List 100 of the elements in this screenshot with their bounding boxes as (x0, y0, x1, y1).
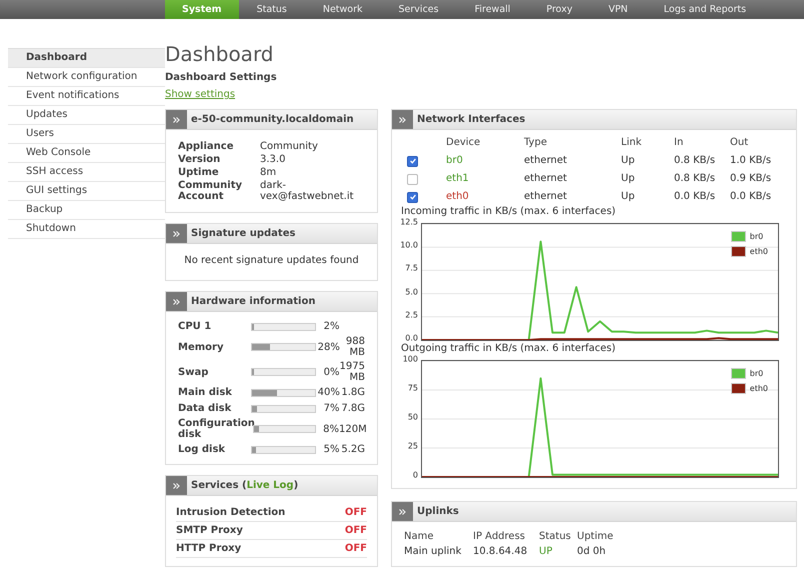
service-status: OFF (344, 543, 367, 554)
usage-percent: 28% (318, 342, 340, 352)
column-header: In (674, 136, 684, 150)
table-cell-text: 0.9 KB/s (730, 172, 772, 186)
tick-label: 0.0 (405, 334, 418, 342)
service-status: OFF (344, 525, 367, 536)
resource-label: Configuration disk (178, 418, 253, 440)
device-name: eth1 (446, 172, 470, 186)
tick-label: 10.0 (400, 242, 418, 250)
column-header: Link (621, 136, 642, 150)
table-cell-text: Up (621, 190, 636, 204)
column-header: Type (524, 136, 548, 150)
info-value: Community (260, 141, 319, 152)
tick-label: 25 (408, 442, 418, 450)
legend-label: eth0 (750, 247, 768, 256)
device-name: eth0 (446, 190, 470, 204)
service-name: Intrusion Detection (176, 507, 286, 518)
resource-label: Memory (178, 342, 224, 352)
nav-tab[interactable]: Firewall (456, 0, 528, 19)
legend-swatch (730, 231, 746, 242)
service-name: HTTP Proxy (176, 543, 242, 554)
table-cell-text: Up (621, 154, 636, 168)
device-name: br0 (446, 154, 464, 168)
table-cell-text: 0d 0h (577, 545, 607, 558)
size-value: 5.2G (341, 444, 365, 455)
table-cell-text: Main uplink (404, 545, 462, 558)
service-status: OFF (344, 507, 367, 518)
column-header: Uptime (577, 530, 614, 543)
checkbox[interactable] (407, 192, 418, 202)
info-value: dark-vex@fastwebnet.it (260, 180, 355, 202)
chevron-icon[interactable] (399, 116, 406, 122)
legend-label: br0 (750, 232, 764, 241)
nav-tab[interactable]: Services (380, 0, 457, 19)
sidebar-item[interactable]: Updates (8, 106, 165, 125)
legend-label: br0 (750, 369, 764, 378)
chevron-icon[interactable] (173, 482, 180, 488)
usage-percent: 2% (322, 321, 340, 332)
table-cell-text: 0.0 KB/s (674, 190, 716, 204)
panel-title: Services (Live Log) (190, 480, 298, 491)
info-value: 8m (260, 167, 278, 178)
table-cell-text: 0.0 KB/s (730, 190, 772, 204)
table-cell-text: ethernet (524, 172, 568, 186)
chart-title: Incoming traffic in KB/s (max. 6 interfaces) (401, 206, 617, 218)
table-cell-text: 1.0 KB/s (730, 154, 772, 168)
chevron-icon[interactable] (399, 508, 406, 514)
sidebar-item[interactable]: Network configuration (8, 68, 165, 87)
table-cell-text: Up (621, 172, 636, 186)
nav-tab[interactable]: VPN (590, 0, 646, 19)
tick-label: 7.5 (405, 264, 418, 273)
usage-percent: 7% (322, 403, 340, 414)
nav-tab[interactable]: Network (304, 0, 381, 19)
nav-tab[interactable]: Status (238, 0, 305, 19)
tick-label: 5.0 (405, 288, 418, 296)
size-value: 988 MB (346, 336, 366, 358)
panel-title: Signature updates (190, 228, 296, 239)
column-header: Name (404, 530, 435, 543)
chevron-icon[interactable] (173, 230, 180, 236)
checkbox[interactable] (407, 156, 418, 166)
uplink-status: UP (539, 545, 554, 558)
column-header: IP Address (473, 530, 526, 543)
panel-title: Uplinks (416, 506, 459, 517)
panel-title: Network Interfaces (416, 114, 526, 125)
column-header: Device (446, 136, 482, 150)
size-value: 1975 MB (340, 361, 365, 383)
sidebar-item[interactable]: Dashboard (8, 48, 165, 68)
sidebar-item[interactable]: Shutdown (8, 220, 165, 239)
panel-title: Hardware information (190, 296, 316, 307)
checkbox[interactable] (407, 174, 418, 184)
column-header: Out (730, 136, 750, 150)
resource-label: Data disk (178, 403, 232, 414)
usage-percent: 5% (322, 444, 340, 455)
legend-label: eth0 (750, 384, 768, 393)
info-label: Version (178, 154, 222, 165)
resource-label: CPU 1 (178, 321, 212, 332)
nav-tab[interactable]: Logs and Reports (646, 0, 764, 19)
table-cell-text: 0.8 KB/s (674, 154, 716, 168)
chart-title: Outgoing traffic in KB/s (max. 6 interfaces) (401, 343, 617, 355)
tick-label: 2.5 (405, 311, 418, 320)
nav-tab[interactable]: Proxy (528, 0, 590, 19)
size-value: 1.8G (341, 387, 366, 398)
chevron-icon[interactable] (173, 116, 180, 122)
table-cell-text: 0.8 KB/s (674, 172, 716, 186)
legend-swatch (730, 383, 746, 394)
info-label: Appliance (178, 141, 234, 152)
info-label: Community Account (178, 180, 244, 202)
chevron-icon[interactable] (173, 298, 180, 304)
tick-label: 75 (408, 384, 418, 392)
table-cell-text: ethernet (524, 190, 568, 204)
tick-label: 100 (402, 355, 418, 364)
table-cell-text: 10.8.64.48 (473, 545, 528, 558)
usage-percent: 0% (322, 366, 340, 378)
legend-swatch (730, 368, 746, 379)
sidebar-item[interactable]: Backup (8, 201, 165, 220)
size-value: 120M (339, 424, 367, 434)
sidebar-item[interactable]: Event notifications (8, 87, 165, 106)
settings-heading: Dashboard Settings (165, 72, 278, 83)
resource-label: Main disk (178, 387, 233, 398)
size-value: 7.8G (341, 403, 365, 414)
page-title: Dashboard (165, 42, 275, 66)
tick-label: 12.5 (400, 218, 418, 226)
